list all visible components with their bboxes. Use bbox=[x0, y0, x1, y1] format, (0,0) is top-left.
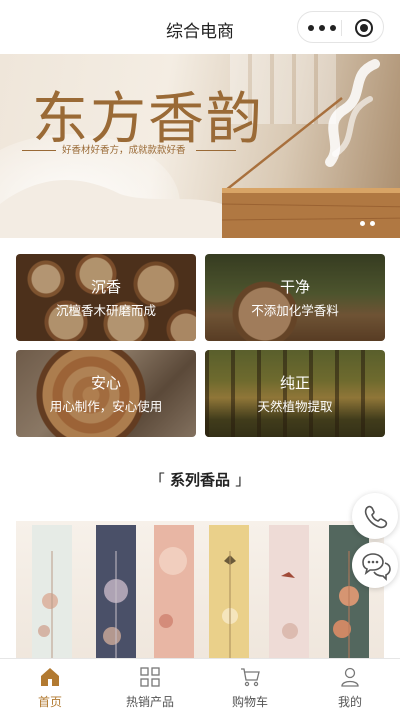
navigation-bar: 综合电商 bbox=[0, 0, 400, 54]
hero-banner[interactable]: 东方香韵 好香材好香方，成就款款好香 bbox=[0, 54, 400, 238]
feature-title: 纯正 bbox=[279, 374, 310, 392]
user-icon bbox=[341, 667, 359, 687]
feature-subtitle: 不添加化学香料 bbox=[251, 303, 339, 318]
pagination-dot[interactable] bbox=[360, 221, 365, 226]
feature-title: 干净 bbox=[279, 278, 310, 296]
more-icon[interactable] bbox=[308, 22, 338, 34]
tab-cart[interactable]: 购物车 bbox=[200, 659, 300, 712]
tab-label: 购物车 bbox=[231, 695, 268, 709]
bottom-tab-bar: 首页 热销产品 购物车 我的 bbox=[0, 658, 400, 712]
grid-icon bbox=[140, 667, 160, 687]
section-title: 系列香品 bbox=[169, 471, 230, 489]
close-target-icon[interactable] bbox=[355, 19, 373, 37]
feature-subtitle: 天然植物提取 bbox=[257, 399, 333, 414]
tab-label: 热销产品 bbox=[125, 695, 174, 709]
tab-hot-products[interactable]: 热销产品 bbox=[100, 659, 200, 712]
banner-ornament-left bbox=[22, 150, 56, 151]
feature-card-chenxiang[interactable]: 沉香 沉檀香木研磨而成 bbox=[16, 254, 196, 341]
tab-profile[interactable]: 我的 bbox=[300, 659, 400, 712]
feature-title: 安心 bbox=[90, 374, 121, 392]
cart-icon bbox=[241, 668, 260, 687]
tab-label: 首页 bbox=[37, 695, 62, 709]
series-products-image[interactable] bbox=[16, 521, 384, 666]
feature-subtitle: 用心制作，安心使用 bbox=[49, 399, 163, 414]
phone-contact-button[interactable] bbox=[352, 493, 398, 539]
feature-card-anxin[interactable]: 安心 用心制作，安心使用 bbox=[16, 350, 196, 437]
feature-card-chunzheng[interactable]: 纯正 天然植物提取 bbox=[205, 350, 385, 437]
pagination-dot[interactable] bbox=[370, 221, 375, 226]
tab-home[interactable]: 首页 bbox=[0, 659, 100, 712]
feature-card-ganjing[interactable]: 干净 不添加化学香料 bbox=[205, 254, 385, 341]
tab-label: 我的 bbox=[337, 695, 362, 709]
banner-ornament-right bbox=[196, 150, 236, 151]
feature-subtitle: 沉檀香木研磨而成 bbox=[55, 303, 156, 318]
section-heading: 「 系列香品 」 bbox=[0, 469, 400, 490]
bracket-right: 」 bbox=[235, 471, 251, 489]
home-icon bbox=[41, 668, 59, 686]
mini-program-capsule bbox=[297, 11, 384, 43]
feature-title: 沉香 bbox=[90, 278, 121, 296]
chat-icon bbox=[362, 553, 391, 581]
bracket-left: 「 bbox=[149, 471, 165, 489]
banner-subtitle: 好香材好香方，成就款款好香 bbox=[62, 145, 186, 156]
phone-icon bbox=[364, 505, 388, 529]
capsule-divider bbox=[341, 20, 342, 36]
customer-service-button[interactable] bbox=[352, 542, 398, 588]
incense-boxes-illustration bbox=[32, 525, 369, 666]
